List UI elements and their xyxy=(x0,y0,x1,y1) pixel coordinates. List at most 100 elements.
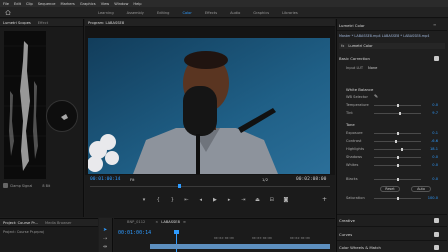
clamp-signal-checkbox[interactable] xyxy=(3,183,8,188)
contrast-label: Contrast xyxy=(346,139,362,143)
step-forward-icon[interactable]: ▸ xyxy=(225,197,233,204)
color-wheels-checkbox[interactable] xyxy=(434,245,439,250)
menu-markers[interactable]: Markers xyxy=(61,2,75,6)
timeline-menu-icon[interactable]: ≡ xyxy=(183,220,186,224)
highlights-knob[interactable] xyxy=(401,148,404,151)
whites-knob[interactable] xyxy=(396,164,399,167)
saturation-slider[interactable] xyxy=(374,197,421,200)
timeline-playhead[interactable] xyxy=(176,232,177,252)
highlights-value[interactable]: 18.1 xyxy=(424,147,438,151)
whites-value[interactable]: 0.0 xyxy=(424,163,438,167)
tab-lumetri-color[interactable]: Lumetri Color xyxy=(339,23,365,28)
resolution-select[interactable]: 1/2 xyxy=(262,177,268,182)
saturation-value[interactable]: 100.0 xyxy=(424,196,438,200)
timeline-clip[interactable] xyxy=(150,244,330,249)
divider xyxy=(337,214,447,215)
go-to-out-icon[interactable]: ⇥ xyxy=(239,197,247,204)
add-marker-icon[interactable]: ▾ xyxy=(140,197,148,204)
clip-source-select[interactable]: Master * LABASSE8.mp4 LABASSE8 * LABASSE… xyxy=(339,34,429,38)
shadows-slider[interactable] xyxy=(374,156,421,159)
mark-out-icon[interactable]: } xyxy=(168,197,176,204)
workspace-tab-effects[interactable]: Effects xyxy=(205,11,217,15)
shadows-value[interactable]: 0.0 xyxy=(424,155,438,159)
section-creative[interactable]: Creative xyxy=(339,218,355,223)
tab-media-browser[interactable]: Media Browser xyxy=(45,221,72,225)
exposure-slider[interactable] xyxy=(374,132,421,135)
menu-edit[interactable]: Edit xyxy=(14,2,21,6)
contrast-slider[interactable] xyxy=(374,140,421,143)
blacks-value[interactable]: 0.0 xyxy=(424,177,438,181)
step-back-icon[interactable]: ◂ xyxy=(197,197,205,204)
play-icon[interactable]: ▶ xyxy=(211,197,219,204)
blacks-knob[interactable] xyxy=(396,178,399,181)
lift-icon[interactable]: ⏏ xyxy=(254,197,262,204)
tint-knob[interactable] xyxy=(398,112,401,115)
workspace-tab-editing[interactable]: Editing xyxy=(157,11,170,15)
section-tone[interactable]: Tone xyxy=(346,122,355,127)
contrast-value[interactable]: -6.6 xyxy=(424,139,438,143)
timeline-tab-active[interactable]: LABASSE8 xyxy=(161,220,180,224)
export-frame-icon[interactable]: ◙ xyxy=(282,197,290,204)
program-current-timecode[interactable]: 00:01:00:14 xyxy=(90,177,120,182)
zoom-fit-select[interactable]: Fit xyxy=(130,177,134,182)
tab-lumetri-scopes[interactable]: Lumetri Scopes xyxy=(3,21,31,25)
tab-program[interactable]: Program: LABASSE8 xyxy=(88,21,124,25)
button-editor-icon[interactable]: + xyxy=(322,196,327,203)
workspace-tab-color[interactable]: Color xyxy=(182,11,191,15)
creative-checkbox[interactable] xyxy=(434,218,439,223)
timeline-tab-other[interactable]: BNP_0112 xyxy=(127,220,145,224)
bit-depth-select[interactable]: 8 Bit xyxy=(42,184,50,188)
workspace-tab-audio[interactable]: Audio xyxy=(230,11,240,15)
menu-graphics[interactable]: Graphics xyxy=(80,2,96,6)
menu-file[interactable]: File xyxy=(3,2,9,6)
tab-project[interactable]: Project: Course Pr... xyxy=(3,221,38,225)
tint-value[interactable]: 9.7 xyxy=(424,111,438,115)
menu-clip[interactable]: Clip xyxy=(26,2,33,6)
whites-slider[interactable] xyxy=(374,164,421,167)
workspace-tab-assembly[interactable]: Assembly xyxy=(127,11,144,15)
input-lut-select[interactable]: None xyxy=(368,66,377,70)
mark-in-icon[interactable]: { xyxy=(154,197,162,204)
program-scrub-bar[interactable] xyxy=(90,186,330,187)
extract-icon[interactable]: ⊟ xyxy=(268,197,276,204)
contrast-knob[interactable] xyxy=(395,140,398,143)
section-curves[interactable]: Curves xyxy=(339,232,352,237)
go-to-in-icon[interactable]: ⇤ xyxy=(183,197,191,204)
exposure-value[interactable]: 0.1 xyxy=(424,131,438,135)
saturation-knob[interactable] xyxy=(397,197,399,200)
workspace-tab-libraries[interactable]: Libraries xyxy=(282,11,298,15)
selection-tool-icon[interactable]: ➤ xyxy=(103,227,107,233)
program-playhead[interactable] xyxy=(177,184,181,188)
home-icon[interactable] xyxy=(5,10,11,15)
menu-window[interactable]: Window xyxy=(114,2,128,6)
exposure-knob[interactable] xyxy=(397,132,400,135)
highlights-slider[interactable] xyxy=(374,148,421,151)
temperature-slider[interactable] xyxy=(374,104,421,107)
close-icon[interactable]: × xyxy=(155,220,158,224)
section-basic-correction[interactable]: Basic Correction xyxy=(339,56,370,61)
tab-effect-controls[interactable]: Effect xyxy=(38,21,48,25)
blacks-slider[interactable] xyxy=(374,178,421,181)
workspace-tab-learning[interactable]: Learning xyxy=(98,11,114,15)
panel-menu-icon[interactable]: ≡ xyxy=(433,22,436,27)
ripple-edit-tool-icon[interactable]: ⇹ xyxy=(103,244,107,250)
shadows-knob[interactable] xyxy=(396,156,399,159)
menu-help[interactable]: Help xyxy=(133,2,141,6)
temperature-value[interactable]: 0.0 xyxy=(424,103,438,107)
track-select-tool-icon[interactable]: ⇢ xyxy=(103,236,107,242)
temperature-knob[interactable] xyxy=(396,104,399,107)
tint-slider[interactable] xyxy=(374,112,421,115)
eyedropper-icon[interactable]: ✎ xyxy=(374,94,378,100)
menu-sequence[interactable]: Sequence xyxy=(38,2,56,6)
section-white-balance[interactable]: White Balance xyxy=(346,87,373,92)
basic-correction-checkbox[interactable] xyxy=(434,56,439,61)
menu-view[interactable]: View xyxy=(101,2,110,6)
curves-checkbox[interactable] xyxy=(434,232,439,237)
effect-instance-row[interactable]: fx Lumetri Color xyxy=(339,43,445,49)
reset-button[interactable]: Reset xyxy=(380,186,400,192)
workspace-tab-graphics[interactable]: Graphics xyxy=(253,11,269,15)
highlights-label: Highlights xyxy=(346,147,365,151)
timeline-timecode[interactable]: 00:01:00:14 xyxy=(118,230,151,236)
section-color-wheels[interactable]: Color Wheels & Match xyxy=(339,245,381,250)
auto-button[interactable]: Auto xyxy=(411,186,431,192)
